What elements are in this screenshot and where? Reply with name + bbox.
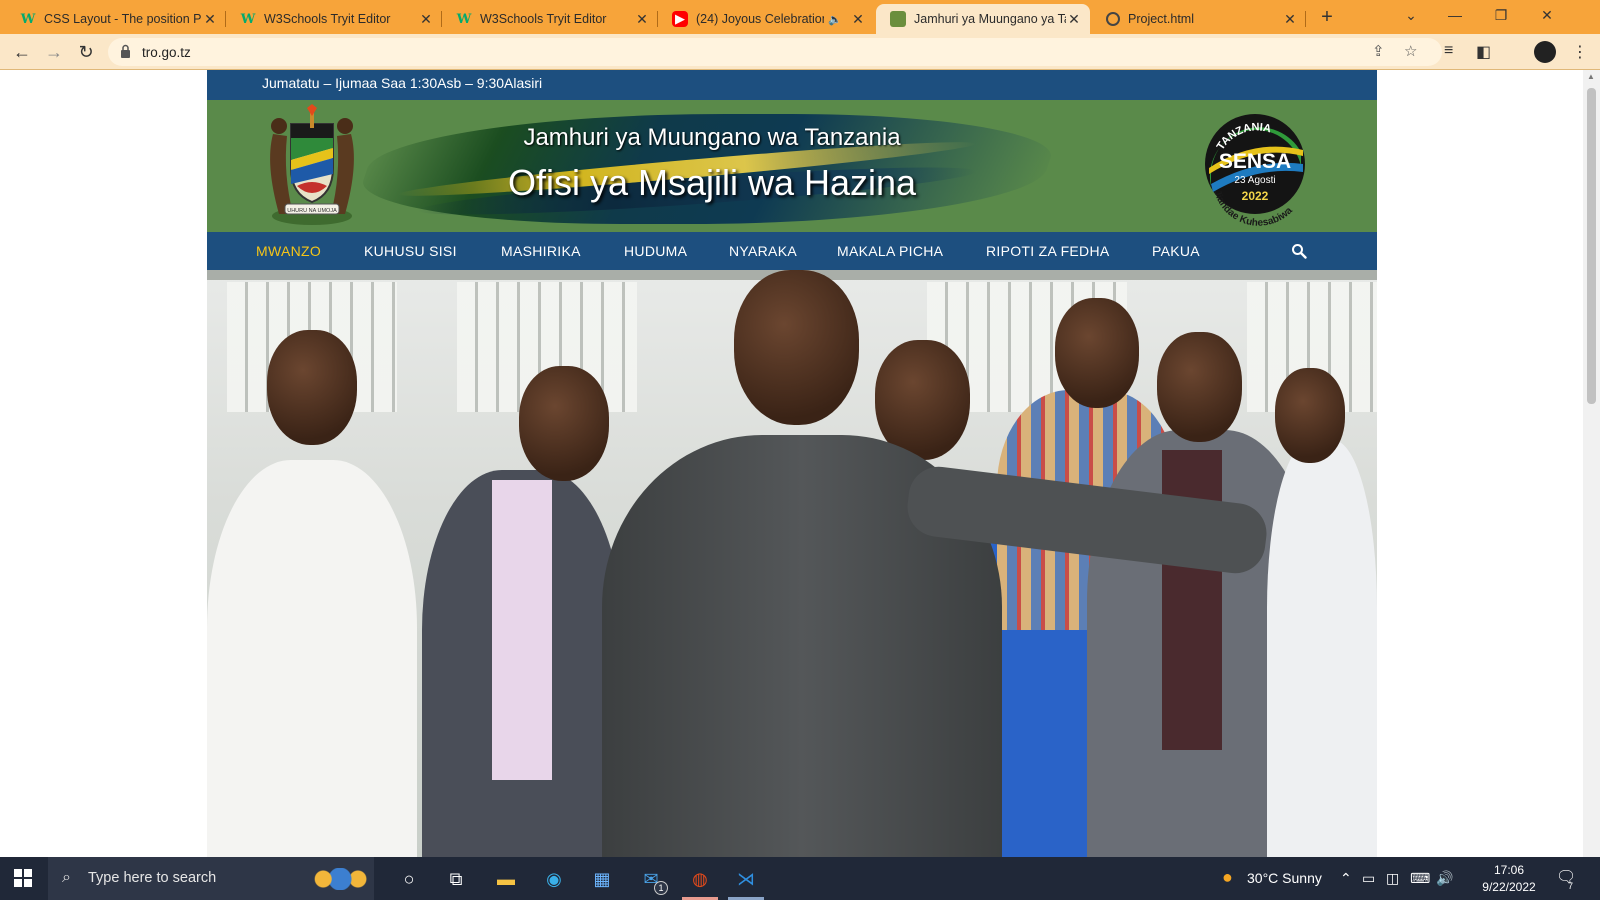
language-icon[interactable]: ⌨ bbox=[1410, 870, 1430, 887]
clock-time: 17:06 bbox=[1493, 863, 1525, 877]
close-tab-icon[interactable]: ✕ bbox=[202, 11, 218, 28]
hero-slider-image[interactable] bbox=[207, 270, 1377, 857]
nav-ripoti-za-fedha[interactable]: RIPOTI ZA FEDHA bbox=[986, 232, 1110, 270]
url-text: tro.go.tz bbox=[142, 45, 191, 60]
chrome-icon[interactable]: ◍ bbox=[686, 865, 714, 893]
sensa-year: 2022 bbox=[1242, 189, 1269, 203]
weather-sun-icon[interactable]: ● bbox=[1222, 867, 1233, 888]
weather-text[interactable]: 30°C Sunny bbox=[1247, 870, 1322, 886]
back-arrow-icon[interactable]: ← bbox=[8, 38, 36, 66]
scroll-up-arrow-icon[interactable]: ▲ bbox=[1587, 72, 1595, 81]
tab-separator bbox=[1305, 11, 1306, 27]
close-tab-icon[interactable]: ✕ bbox=[418, 11, 434, 28]
tab-title: W3Schools Tryit Editor bbox=[264, 12, 391, 26]
sensa-name: SENSA bbox=[1219, 150, 1291, 173]
tab-tryit-editor-1[interactable]: W W3Schools Tryit Editor ✕ bbox=[226, 4, 442, 34]
minimize-icon[interactable]: — bbox=[1432, 0, 1478, 34]
tab-youtube[interactable]: ▶ (24) Joyous Celebration - 🔈 ✕ bbox=[658, 4, 874, 34]
close-tab-icon[interactable]: ✕ bbox=[1282, 11, 1298, 28]
profile-avatar[interactable] bbox=[1534, 41, 1556, 63]
nav-mwanzo[interactable]: MWANZO bbox=[256, 232, 321, 270]
nav-makala-picha[interactable]: MAKALA PICHA bbox=[837, 232, 943, 270]
search-icon: ⌕ bbox=[62, 869, 71, 886]
meet-now-icon[interactable]: ◫ bbox=[1386, 870, 1399, 887]
edge-browser-icon[interactable]: ◉ bbox=[540, 865, 568, 893]
tab-search-icon[interactable]: ⌄ bbox=[1388, 0, 1434, 34]
nav-mashirika[interactable]: MASHIRIKA bbox=[501, 232, 581, 270]
search-highlight-icon bbox=[312, 868, 368, 890]
mail-badge: 1 bbox=[654, 881, 668, 895]
menu-kebab-icon[interactable]: ⋮ bbox=[1572, 42, 1588, 62]
search-icon[interactable] bbox=[1291, 243, 1307, 259]
notification-count: 7 bbox=[1568, 881, 1574, 891]
windows-taskbar: ⌕ Type here to search ○ ⧉ ▬ ◉ ▦ ✉ 1 ◍ ⋊ … bbox=[0, 857, 1600, 900]
site-banner: UHURU NA UMOJA Jamhuri ya Muungano wa Ta… bbox=[207, 100, 1377, 232]
show-hidden-icons-icon[interactable]: ⌃ bbox=[1340, 870, 1352, 887]
restore-icon[interactable]: ❐ bbox=[1478, 0, 1524, 34]
tab-jamhuri-active[interactable]: Jamhuri ya Muungano ya Tan ✕ bbox=[876, 4, 1090, 34]
notifications-icon[interactable]: 🗨 bbox=[1556, 867, 1576, 887]
clock-date: 9/22/2022 bbox=[1482, 880, 1536, 894]
side-panel-icon[interactable]: ◧ bbox=[1476, 42, 1491, 62]
vscode-icon[interactable]: ⋊ bbox=[732, 865, 760, 893]
browser-toolbar: ← → ↻ tro.go.tz ⇪ ☆ ≡ ◧ ⋮ bbox=[0, 34, 1600, 70]
banner-subtitle: Jamhuri ya Muungano wa Tanzania bbox=[523, 124, 901, 151]
new-tab-button[interactable]: + bbox=[1313, 5, 1341, 29]
reading-list-icon[interactable]: ≡ bbox=[1444, 42, 1453, 60]
nav-nyaraka[interactable]: NYARAKA bbox=[729, 232, 797, 270]
nav-pakua[interactable]: PAKUA bbox=[1152, 232, 1200, 270]
volume-icon[interactable]: 🔊 bbox=[1436, 870, 1453, 887]
share-icon[interactable]: ⇪ bbox=[1372, 42, 1385, 60]
globe-icon bbox=[1106, 12, 1120, 26]
tab-project-html[interactable]: Project.html ✕ bbox=[1092, 4, 1306, 34]
site-container: Jumatatu – Ijumaa Saa 1:30Asb – 9:30Alas… bbox=[207, 70, 1377, 857]
speaker-icon[interactable]: 🔈 bbox=[828, 13, 842, 26]
banner-title: Ofisi ya Msajili wa Hazina bbox=[507, 162, 917, 203]
task-view-icon[interactable]: ⧉ bbox=[442, 865, 470, 893]
w3schools-icon: W bbox=[456, 11, 472, 27]
tab-title: (24) Joyous Celebration - bbox=[696, 12, 825, 26]
taskbar-search-placeholder: Type here to search bbox=[88, 870, 217, 886]
cortana-icon[interactable]: ○ bbox=[395, 865, 423, 893]
tab-title: CSS Layout - The position Pro bbox=[44, 12, 202, 26]
main-navigation: MWANZO KUHUSU SISI MASHIRIKA HUDUMA NYAR… bbox=[207, 232, 1377, 270]
sensa-date: 23 Agosti bbox=[1234, 175, 1275, 186]
scrollbar-thumb[interactable] bbox=[1587, 88, 1596, 404]
tanzania-crest-icon bbox=[890, 11, 906, 27]
office-hours-bar: Jumatatu – Ijumaa Saa 1:30Asb – 9:30Alas… bbox=[207, 70, 1377, 100]
w3schools-icon: W bbox=[240, 11, 256, 27]
bookmark-star-icon[interactable]: ☆ bbox=[1404, 42, 1417, 60]
network-icon[interactable]: ▭ bbox=[1362, 870, 1375, 887]
close-window-icon[interactable]: ✕ bbox=[1524, 0, 1570, 34]
sensa-2022-badge[interactable]: TANZANIA SENSA 23 Agosti 2022 Jiandae Ku… bbox=[1197, 106, 1317, 226]
windows-start-icon[interactable] bbox=[14, 869, 32, 887]
close-tab-icon[interactable]: ✕ bbox=[850, 11, 866, 28]
close-tab-icon[interactable]: ✕ bbox=[634, 11, 650, 28]
nav-huduma[interactable]: HUDUMA bbox=[624, 232, 687, 270]
microsoft-store-icon[interactable]: ▦ bbox=[588, 865, 616, 893]
tab-title: Jamhuri ya Muungano ya Tan bbox=[914, 12, 1066, 26]
tab-css-layout[interactable]: W CSS Layout - The position Pro ✕ bbox=[6, 4, 226, 34]
tanzania-coat-of-arms-logo[interactable]: UHURU NA UMOJA bbox=[257, 104, 367, 228]
crest-motto: UHURU NA UMOJA bbox=[287, 208, 337, 214]
tab-title: W3Schools Tryit Editor bbox=[480, 12, 607, 26]
address-bar[interactable]: tro.go.tz ⇪ ☆ bbox=[108, 38, 1442, 66]
tab-tryit-editor-2[interactable]: W W3Schools Tryit Editor ✕ bbox=[442, 4, 658, 34]
file-explorer-icon[interactable]: ▬ bbox=[492, 865, 520, 893]
office-hours-text: Jumatatu – Ijumaa Saa 1:30Asb – 9:30Alas… bbox=[262, 75, 543, 91]
browser-tab-strip: W CSS Layout - The position Pro ✕ W W3Sc… bbox=[0, 0, 1600, 34]
system-clock[interactable]: 17:06 9/22/2022 bbox=[1474, 862, 1544, 896]
w3schools-icon: W bbox=[20, 11, 36, 27]
page-scrollbar[interactable]: ▲ bbox=[1583, 70, 1600, 857]
reload-icon[interactable]: ↻ bbox=[72, 38, 100, 66]
page-viewport: Jumatatu – Ijumaa Saa 1:30Asb – 9:30Alas… bbox=[0, 70, 1583, 857]
nav-kuhusu-sisi[interactable]: KUHUSU SISI bbox=[364, 232, 457, 270]
close-tab-icon[interactable]: ✕ bbox=[1066, 11, 1082, 28]
tab-title: Project.html bbox=[1128, 12, 1194, 26]
lock-icon bbox=[121, 44, 130, 58]
taskbar-search-box[interactable]: ⌕ Type here to search bbox=[48, 857, 374, 900]
forward-arrow-icon[interactable]: → bbox=[40, 38, 68, 66]
youtube-icon: ▶ bbox=[672, 11, 688, 27]
